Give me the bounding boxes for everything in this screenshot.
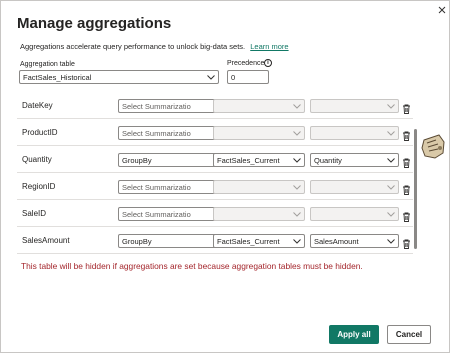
chevron-down-icon [386,209,396,219]
manage-aggregations-dialog: Manage aggregations Aggregations acceler… [0,0,450,353]
aggregation-table-value: FactSales_Historical [23,72,92,82]
detail-column-select [310,180,399,194]
chevron-down-icon [292,236,302,246]
delete-icon[interactable] [402,101,411,114]
aggregation-table-select[interactable]: FactSales_Historical [19,70,219,84]
detail-column-select [310,99,399,113]
hand-emoji-sticker [421,134,445,159]
column-name: ProductID [22,128,58,137]
chevron-down-icon [292,209,302,219]
aggregation-row: DateKey Select Summarizatio [17,93,417,119]
column-name: SalesAmount [22,236,70,245]
summarization-select-value: GroupBy [122,155,152,165]
column-name: RegionID [22,182,56,191]
summarization-select-value: GroupBy [122,236,152,246]
detail-column-select[interactable]: SalesAmount [310,234,399,248]
apply-all-button[interactable]: Apply all [329,325,379,344]
aggregation-row: SaleID Select Summarizatio [17,201,417,227]
precedence-label: Precedence [227,60,265,67]
detail-table-select[interactable]: FactSales_Current [213,234,305,248]
aggregation-row: SalesAmount GroupBy FactSales_Current Sales… [17,228,417,254]
detail-table-select-value: FactSales_Current [217,236,280,246]
dialog-title: Manage aggregations [17,15,172,32]
column-name: SaleID [22,209,47,218]
summarization-select-value: Select Summarizatio [122,209,191,219]
aggregation-row: RegionID Select Summarizatio [17,174,417,200]
chevron-down-icon [292,101,302,111]
delete-icon[interactable] [402,236,411,249]
learn-more-link[interactable]: Learn more [250,42,288,51]
chevron-down-icon [206,72,216,82]
detail-table-select[interactable]: FactSales_Current [213,153,305,167]
summarization-select-value: Select Summarizatio [122,101,191,111]
grid-scrollbar-thumb[interactable] [414,129,417,249]
chevron-down-icon [386,155,396,165]
chevron-down-icon [386,236,396,246]
delete-icon[interactable] [402,209,411,222]
aggregation-grid: DateKey Select Summarizatio ProductID Selec… [17,92,417,255]
delete-icon[interactable] [402,128,411,141]
detail-table-select [213,99,305,113]
aggregation-row: ProductID Select Summarizatio [17,120,417,146]
detail-column-select [310,207,399,221]
detail-column-select-value: Quantity [314,155,342,165]
detail-table-select [213,126,305,140]
chevron-down-icon [386,182,396,192]
chevron-down-icon [386,101,396,111]
hidden-table-warning: This table will be hidden if aggregation… [21,261,363,271]
chevron-down-icon [292,182,302,192]
detail-table-select [213,180,305,194]
description-text: Aggregations accelerate query performanc… [20,42,246,51]
column-name: Quantity [22,155,52,164]
detail-column-select [310,126,399,140]
summarization-select-value: Select Summarizatio [122,128,191,138]
aggregation-table-label: Aggregation table [20,61,75,68]
detail-table-select-value: FactSales_Current [217,155,280,165]
summarization-select-value: Select Summarizatio [122,182,191,192]
dialog-description: Aggregations accelerate query performanc… [20,42,289,51]
delete-icon[interactable] [402,182,411,195]
chevron-down-icon [292,128,302,138]
chevron-down-icon [386,128,396,138]
detail-table-select [213,207,305,221]
detail-column-select[interactable]: Quantity [310,153,399,167]
close-button[interactable] [433,1,450,19]
info-icon[interactable]: i [264,59,272,67]
column-name: DateKey [22,101,53,110]
delete-icon[interactable] [402,155,411,168]
cancel-button[interactable]: Cancel [387,325,431,344]
aggregation-row: Quantity GroupBy FactSales_Current Quantity [17,147,417,173]
chevron-down-icon [292,155,302,165]
close-icon [438,6,446,14]
precedence-input[interactable]: 0 [227,70,269,84]
detail-column-select-value: SalesAmount [314,236,359,246]
